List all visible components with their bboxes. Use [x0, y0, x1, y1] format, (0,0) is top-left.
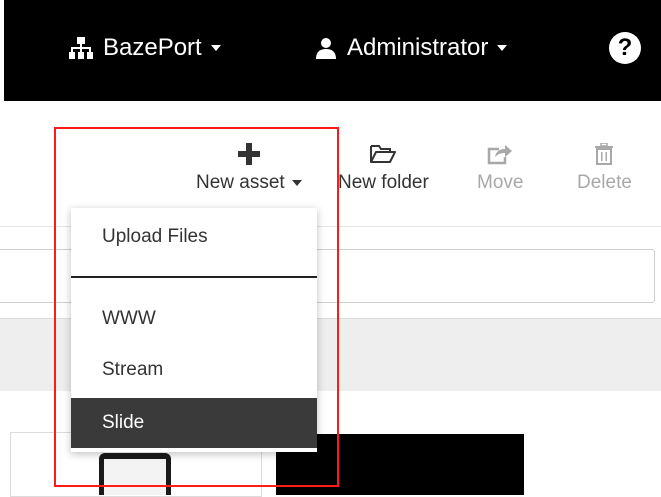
menu-separator — [71, 276, 317, 278]
new-asset-label: New asset — [196, 172, 285, 193]
share-icon — [487, 140, 513, 168]
user-label: Administrator — [347, 34, 489, 61]
device-thumbnail — [99, 453, 171, 495]
menu-item-stream[interactable]: Stream — [71, 345, 317, 395]
menu-item-upload-files[interactable]: Upload Files — [71, 212, 317, 262]
delete-button[interactable]: Delete — [577, 140, 632, 194]
caret-down-icon — [210, 45, 221, 51]
org-label: BazePort — [103, 34, 202, 61]
sitemap-icon — [69, 37, 93, 59]
user-icon — [315, 37, 337, 59]
new-asset-dropdown: Upload Files WWW Stream Slide — [71, 208, 317, 452]
user-menu[interactable]: Administrator — [315, 30, 508, 66]
plus-icon — [237, 140, 260, 168]
caret-down-icon — [291, 180, 302, 186]
move-label: Move — [477, 172, 524, 193]
top-navbar: BazePort Administrator ? — [4, 0, 661, 101]
delete-label: Delete — [577, 172, 632, 193]
new-asset-button[interactable]: New asset — [196, 140, 302, 194]
org-switcher[interactable]: BazePort — [69, 30, 221, 66]
menu-item-www[interactable]: WWW — [71, 294, 317, 344]
folder-open-icon — [370, 140, 397, 168]
caret-down-icon — [497, 45, 508, 51]
new-folder-button[interactable]: New folder — [338, 140, 429, 194]
trash-icon — [595, 140, 614, 168]
help-icon[interactable]: ? — [609, 32, 641, 64]
menu-item-slide[interactable]: Slide — [71, 398, 317, 448]
new-folder-label: New folder — [338, 172, 429, 193]
move-button[interactable]: Move — [477, 140, 523, 194]
